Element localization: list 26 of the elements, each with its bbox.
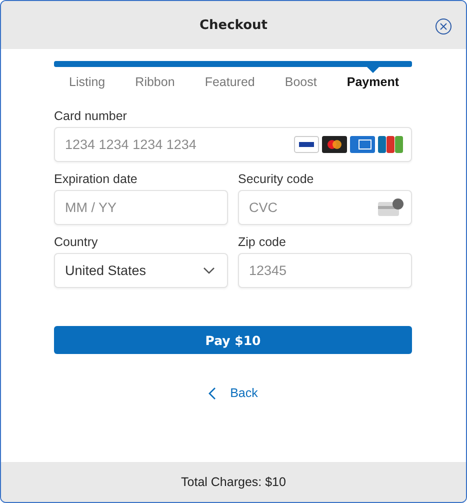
field-label: Card number (54, 109, 128, 123)
chevron-left-icon (208, 386, 216, 400)
expiration-field[interactable]: MM / YY (54, 190, 228, 225)
close-icon[interactable] (435, 18, 452, 35)
country-select[interactable]: United States (54, 253, 228, 288)
pay-button[interactable]: Pay $10 (54, 326, 412, 354)
card-icon (350, 136, 375, 153)
window-title: Checkout (199, 18, 268, 32)
security-code-field[interactable]: CVC (238, 190, 412, 225)
step-tab[interactable]: Listing (69, 67, 106, 89)
mastercard-icon (322, 136, 347, 153)
field-label: Expiration date (54, 172, 138, 186)
card-icon (294, 136, 319, 153)
step-tab[interactable]: Payment (346, 67, 399, 89)
step-tab[interactable]: Ribbon (135, 67, 175, 89)
field-label: Country (54, 235, 99, 249)
chevron-down-icon (203, 267, 215, 274)
total-charges: Total Charges: $10 (181, 475, 286, 489)
back-link[interactable]: Back (208, 386, 258, 400)
field-label: Zip code (238, 235, 287, 249)
step-tab[interactable]: Featured (204, 67, 255, 89)
card-icon (378, 136, 403, 153)
card-back-icon (378, 198, 404, 216)
zip-code-field[interactable]: 12345 (238, 253, 412, 288)
field-label: Security code (238, 172, 315, 186)
step-tab[interactable]: Boost (284, 67, 317, 89)
